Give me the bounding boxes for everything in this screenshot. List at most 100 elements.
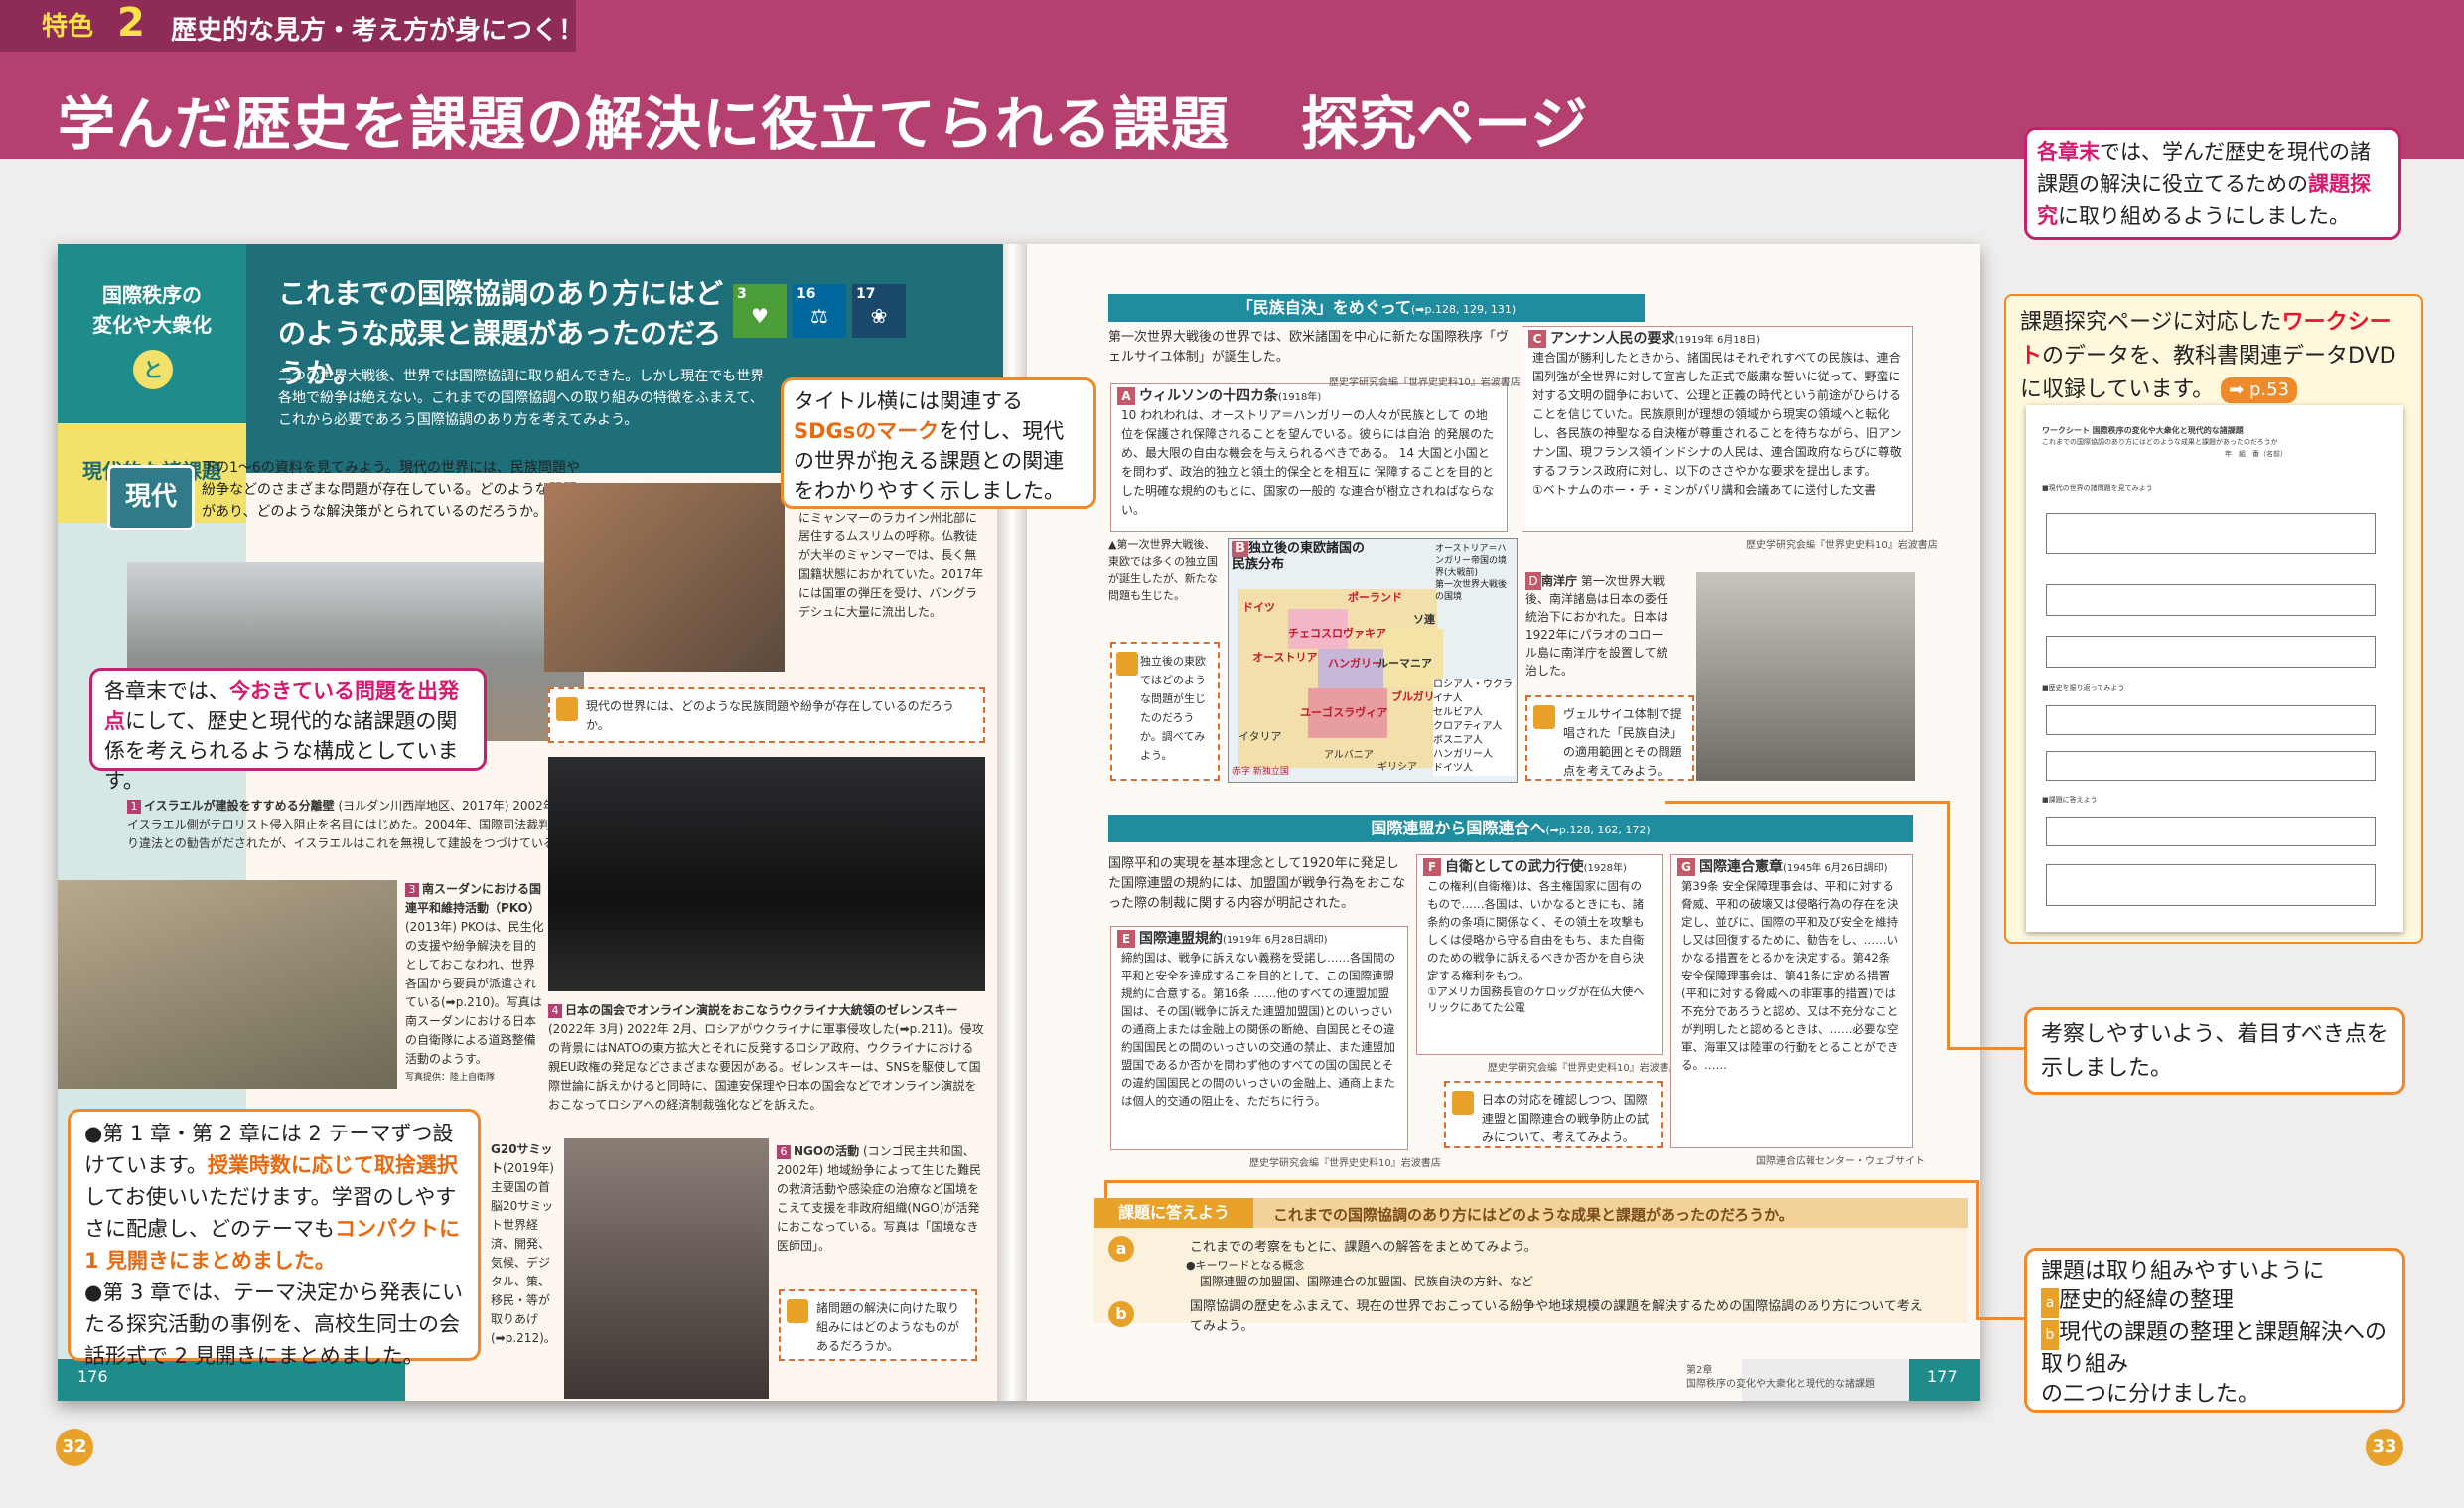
- answer-b-text: 国際協調の歴史をふまえて、現在の世界でおこっている紛争や地球規模の課題を解決する…: [1190, 1299, 1923, 1334]
- map-legend-new-states: 赤字 新独立国: [1232, 767, 1289, 777]
- photo6-caption: 6 NGOの活動 (コンゴ民主共和国、2002年) 地域紛争によって生じた難民の救…: [777, 1142, 985, 1256]
- bl-bullet2: ●第 3 章では、テーマ決定から発表にいたる探究活動の事例を、高校生同士の会話形…: [84, 1281, 464, 1368]
- map-eastern-europe: B 独立後の東欧諸国の民族分布 ドイツ チェコスロヴァキア オーストリア ハンガリ…: [1228, 538, 1518, 783]
- map-label-germany: ドイツ: [1242, 601, 1275, 614]
- map-label-czechoslovakia: チェコスロヴァキア: [1288, 627, 1386, 640]
- task-item-b-text: 現代の課題の整理と課題解決への取り組み: [2041, 1320, 2388, 1377]
- doc-g-text: 第39条 安全保障理事会は、平和に対する脅威、平和の破壊又は侵略行為の存在を決定…: [1681, 879, 1899, 1072]
- section-band-league-to-un: 国際連盟から国際連合へ(➡p.128, 162, 172): [1108, 815, 1913, 842]
- connector-line: [1104, 1182, 1107, 1198]
- doc-a-title: ウィルソンの十四カ条: [1139, 388, 1278, 404]
- document-f: F 自衛としての武力行使(1928年) この権利(自衛権)は、各主権国家に固有のも…: [1416, 854, 1663, 1055]
- doc-g-year: (1945年 6月26日調印): [1783, 863, 1888, 874]
- document-c-label: C アンナン人民の要求(1919年 6月18日): [1528, 329, 1760, 351]
- page-title-right: 探究ページ: [1301, 90, 1588, 158]
- answer-b-badge: b: [1108, 1301, 1134, 1327]
- task-item-b: b 現代の課題の整理と課題解決への取り組み: [2041, 1320, 2388, 1377]
- page-number-177: 177: [1927, 1367, 1957, 1386]
- doc-c-credit: 歴史学研究会編『世界史史料10』岩波書店: [1746, 540, 1938, 551]
- photo-zelenskyy: [548, 757, 985, 991]
- worksheet-answer-box: [2046, 817, 2376, 846]
- doc-g-credit: 国際連合広報センター・ウェブサイト: [1756, 1156, 1925, 1167]
- q-d-text: ヴェルサイユ体制で提唱された「民族自決」の適用範囲とその問題点を考えてみよう。: [1563, 707, 1683, 778]
- question-box-f: 日本の対応を確認しつつ、国際連盟と国際連合の戦争防止の試みについて、考えてみよう…: [1444, 1081, 1663, 1148]
- callout-chapter-end-task: 各章末では、学んだ歴史を現代の諸課題の解決に役立てるための課題探究に取り組めるよ…: [2024, 127, 2401, 240]
- question1-text: 現代の世界には、どのような民族問題や紛争が存在しているのだろうか。: [586, 699, 954, 732]
- pencil-icon: [1533, 705, 1555, 729]
- topic-title: 国際秩序の 変化や大衆化: [70, 280, 234, 340]
- pencil-icon: [1116, 652, 1138, 676]
- answer-a-keywords: 国際連盟の加盟国、国際連合の加盟国、民族自決の方針、など: [1200, 1275, 1534, 1288]
- pencil-icon: [556, 697, 578, 721]
- legend-russian: ロシア人・ウクライナ人: [1433, 679, 1513, 704]
- doc-g-title: 国際連合憲章: [1699, 859, 1783, 875]
- photo4-caption-text: (2022年 3月) 2022年 2月、ロシアがウクライナに軍事侵攻した(➡p.…: [548, 1022, 984, 1112]
- map-legend: ロシア人・ウクライナ人 セルビア人 クロアティア人 ボスニア人 ハンガリー人 ド…: [1433, 679, 1515, 776]
- photo4-caption: 4 日本の国会でオンライン演説をおこなうウクライナ大統領のゼレンスキー (2022…: [548, 1001, 985, 1115]
- modern-tab: 現代: [107, 465, 195, 530]
- legend-hungarian: ハンガリー人: [1433, 749, 1493, 760]
- footer-chapter: 第2章: [1686, 1365, 1713, 1376]
- document-f-label: F 自衛としての武力行使(1928年): [1423, 857, 1627, 879]
- answer-a-text: これまでの考察をもとに、課題への解答をまとめてみよう。: [1190, 1240, 1537, 1255]
- photo-south-seas-office: [1696, 572, 1915, 781]
- q-map-text: 独立後の東欧ではどのような問題が生じたのだろうか。調べてみよう。: [1140, 655, 1206, 762]
- map-label-romania: ルーマニア: [1377, 657, 1432, 670]
- section1-intro: 第一次世界大戦後の世界では、欧米諸国を中心に新たな国際秩序「ヴェルサイユ体制」が…: [1108, 330, 1510, 365]
- page-number-left: 32: [56, 1429, 93, 1466]
- worksheet-answer-box: [2046, 636, 2376, 668]
- answer-a-badge: a: [1108, 1236, 1134, 1262]
- doc-e-title: 国際連盟規約: [1139, 931, 1223, 947]
- pencil-icon: [1452, 1091, 1474, 1115]
- map-legend-top: オーストリア＝ハンガリー帝国の境界(大戦前) 第一次世界大戦後の国境: [1435, 543, 1515, 603]
- doc-e-text: 締約国は、戦争に訴えない義務を受諾し……各国間の平和と安全を達成するこを目的とし…: [1121, 951, 1395, 1108]
- pencil-icon: [787, 1299, 808, 1323]
- map-label-hungary: ハンガリー: [1328, 657, 1382, 670]
- photo-ngo: [564, 1138, 769, 1399]
- photo1-caption: 1 イスラエルが建設をすすめる分離壁 (ヨルダン川西岸地区、2017年) 2002…: [127, 797, 594, 853]
- page-ref-badge: ➡ p.53: [2221, 377, 2298, 403]
- connector-line: [1947, 1047, 2026, 1050]
- legend-bosnian: ボスニア人: [1433, 735, 1483, 746]
- section1-title: 「民族自決」をめぐって: [1236, 298, 1411, 317]
- number-badge: 4: [548, 1004, 562, 1018]
- section2-ref: (➡p.128, 162, 172): [1545, 824, 1651, 836]
- sdg-17-icon: 17 ❀: [852, 284, 906, 338]
- map-label-yugoslavia: ユーゴスラヴィア: [1300, 706, 1388, 719]
- doc-d-text: 第一次世界大戦後、南洋諸島は日本の委任統治下におかれた。日本は1922年にパラオ…: [1525, 574, 1669, 678]
- q-f-text: 日本の対応を確認しつつ、国際連盟と国際連合の戦争防止の試みについて、考えてみよう…: [1482, 1093, 1650, 1144]
- document-c: C アンナン人民の要求(1919年 6月18日) 連合国が勝利したときから、諸国民…: [1522, 326, 1913, 532]
- map-label-italy: イタリア: [1238, 730, 1282, 743]
- map-legend-border-prewar: オーストリア＝ハンガリー帝国の境界(大戦前): [1435, 544, 1508, 578]
- map-label-austria: オーストリア: [1252, 651, 1318, 664]
- worksheet-q2: ■歴史を振り返ってみよう: [2042, 684, 2125, 692]
- doc-a-credit: 歴史学研究会編『世界史史料10』岩波書店: [1329, 377, 1521, 388]
- number-badge: 1: [127, 800, 141, 814]
- map-label-ussr: ソ連: [1413, 613, 1435, 626]
- doc-c-title: アンナン人民の要求: [1550, 331, 1675, 347]
- doc-c-year: (1919年 6月18日): [1674, 335, 1760, 346]
- page-number-right: 33: [2366, 1429, 2403, 1466]
- worksheet-answer-box: [2046, 584, 2376, 616]
- document-g: G 国際連合憲章(1945年 6月26日調印) 第39条 安全保障理事会は、平和に…: [1670, 854, 1913, 1148]
- doc-a-year: (1918年): [1278, 392, 1322, 403]
- callout-hl: 各章末: [2037, 140, 2100, 164]
- task-line1: 課題は取り組みやすいように: [2041, 1259, 2325, 1283]
- chapter-text: 各章末では、: [104, 679, 229, 703]
- callout-consider: 考察しやすいよう、着目すべき点を示しました。: [2024, 1007, 2405, 1095]
- section2-intro: 国際平和の実現を基本理念として1920年に発足した国際連盟の規約には、加盟国が戦…: [1108, 856, 1406, 911]
- callout-task-structure: 課題は取り組みやすいように a 歴史的経緯の整理 b 現代の課題の整理と課題解決への…: [2024, 1248, 2405, 1413]
- topic-line2: 変化や大衆化: [92, 313, 212, 337]
- worksheet-header: ワークシート 国際秩序の変化や大衆化と現代的な諸課題: [2042, 426, 2244, 435]
- modern-intro: 下の1〜6の資料を見てみよう。現代の世界には、民族問題や紛争などのさまざまな問題…: [202, 460, 580, 520]
- map-label-greece: ギリシア: [1377, 762, 1417, 773]
- topic-connector-circle: と: [133, 350, 173, 389]
- sdg-16-icon: 16 ⚖: [793, 284, 846, 338]
- number-badge: 6: [777, 1145, 791, 1159]
- worksheet-answer-box: [2046, 864, 2376, 906]
- worksheet-answer-box: [2046, 705, 2376, 735]
- topic-line1: 国際秩序の: [102, 283, 202, 307]
- doc-c-text: 連合国が勝利したときから、諸国民はそれぞれすべての民族は、連合国列強が全世界に対…: [1532, 351, 1902, 478]
- question-box-1: 現代の世界には、どのような民族問題や紛争が存在しているのだろうか。: [548, 687, 985, 743]
- feature-label: 特色: [42, 12, 94, 42]
